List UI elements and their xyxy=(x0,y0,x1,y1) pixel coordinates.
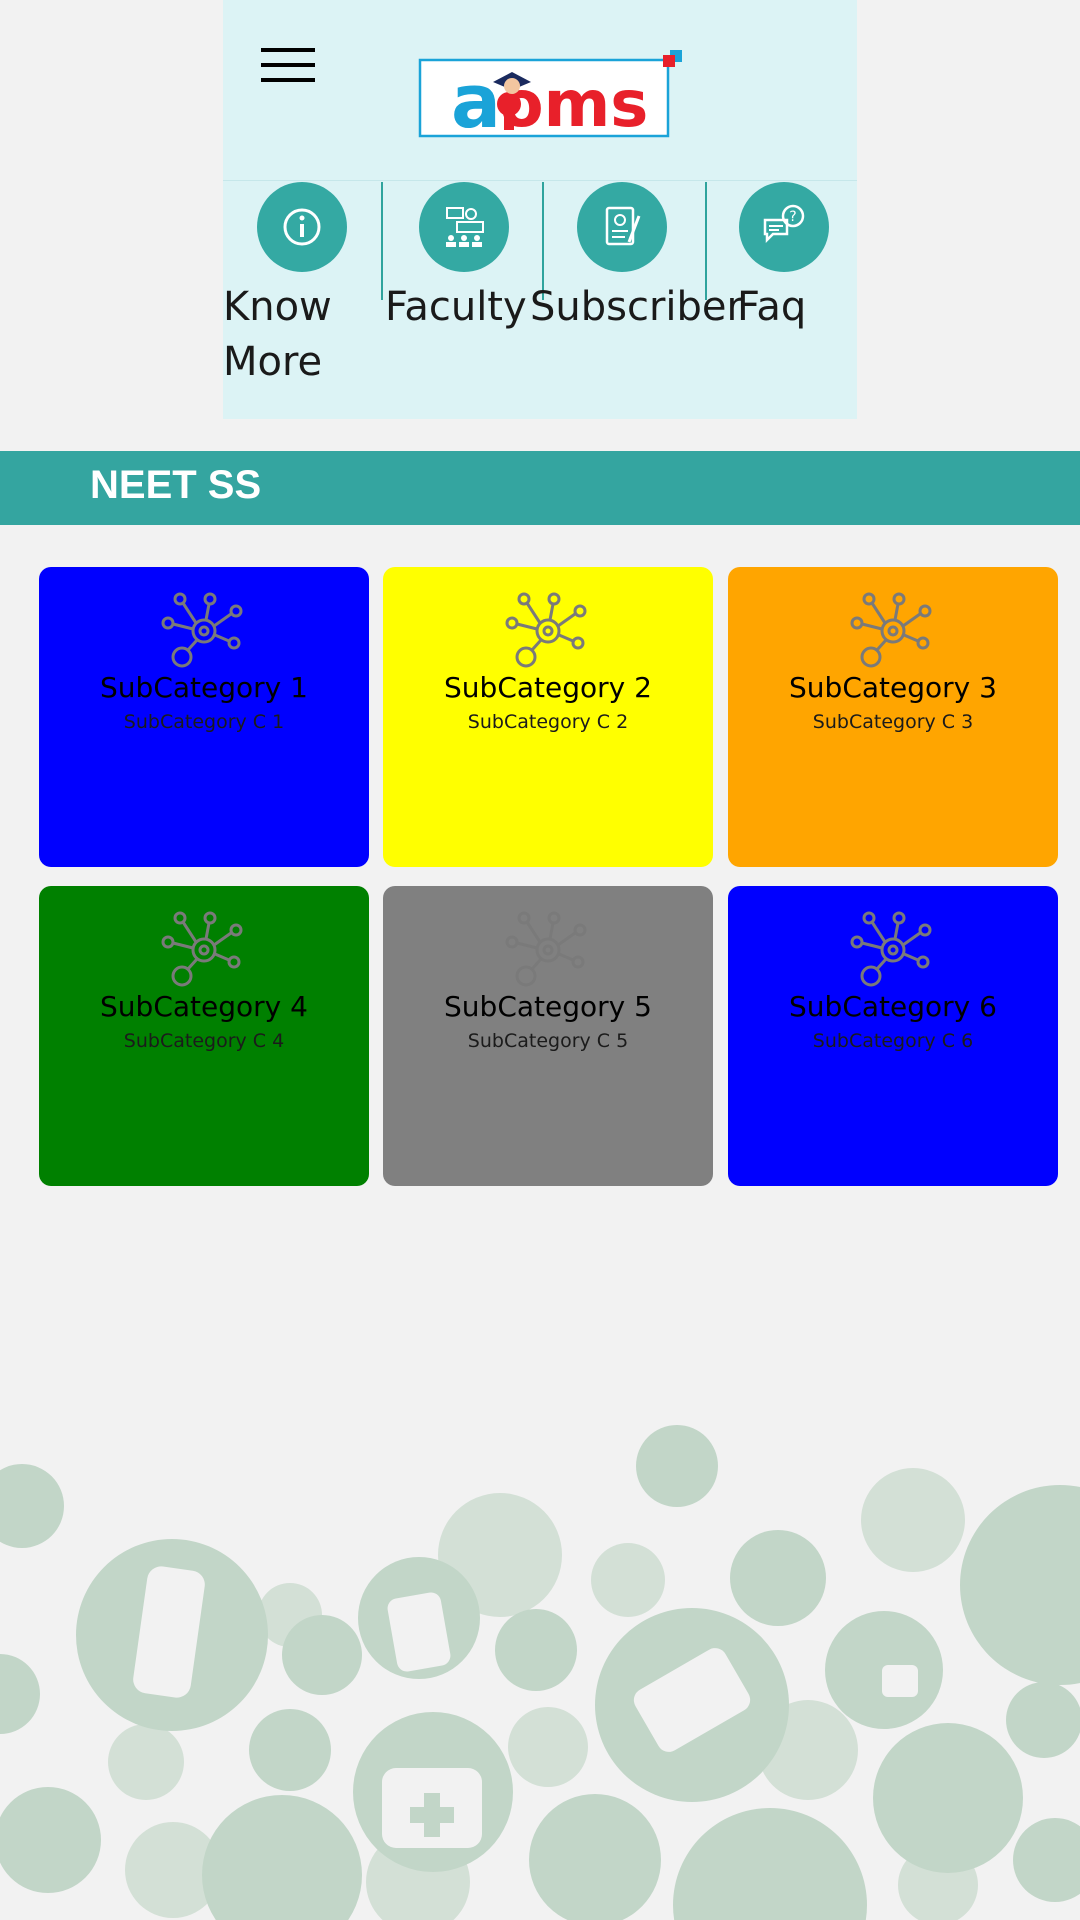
subcategory-title: SubCategory 1 xyxy=(100,671,308,704)
subcategory-subtitle: SubCategory C 5 xyxy=(467,1030,629,1052)
menu-icon[interactable] xyxy=(261,46,317,88)
network-icon xyxy=(505,911,587,987)
section-title: NEET SS xyxy=(90,463,262,507)
medical-background-illustration xyxy=(0,1425,1080,1920)
subcategory-subtitle: SubCategory C 3 xyxy=(812,711,974,733)
header-divider xyxy=(223,180,857,181)
nav-faq[interactable]: ? Faq xyxy=(709,182,871,382)
subcategory-subtitle: SubCategory C 6 xyxy=(812,1030,974,1052)
svg-text:?: ? xyxy=(789,209,796,225)
faq-icon[interactable]: ? xyxy=(739,182,829,272)
subcategory-title: SubCategory 2 xyxy=(444,671,652,704)
nav-label-faculty[interactable]: Faculty xyxy=(385,280,527,335)
network-icon xyxy=(850,592,932,668)
nav-know-more[interactable]: Know More xyxy=(223,182,385,385)
atoms-logo: a oms xyxy=(418,50,682,145)
network-icon xyxy=(505,592,587,668)
subcategory-tile[interactable]: SubCategory 6 SubCategory C 6 xyxy=(728,886,1058,1186)
network-icon xyxy=(161,911,243,987)
subcategory-tile[interactable]: SubCategory 2 SubCategory C 2 xyxy=(383,567,713,867)
nav-label-know-more[interactable]: Know More xyxy=(223,280,363,390)
subcategory-title: SubCategory 3 xyxy=(789,671,997,704)
subcategory-tile[interactable]: SubCategory 5 SubCategory C 5 xyxy=(383,886,713,1186)
faculty-icon[interactable] xyxy=(419,182,509,272)
section-header: NEET SS xyxy=(0,451,1080,525)
info-icon[interactable] xyxy=(257,182,347,272)
nav-separator xyxy=(381,182,383,300)
network-icon xyxy=(161,592,243,668)
subcategory-title: SubCategory 4 xyxy=(100,990,308,1023)
nav-label-faq[interactable]: Faq xyxy=(737,280,806,335)
subcategory-title: SubCategory 5 xyxy=(444,990,652,1023)
subcategory-title: SubCategory 6 xyxy=(789,990,997,1023)
subcategory-subtitle: SubCategory C 4 xyxy=(123,1030,285,1052)
subscriber-icon[interactable] xyxy=(577,182,667,272)
nav-separator xyxy=(705,182,707,300)
subcategory-tile[interactable]: SubCategory 3 SubCategory C 3 xyxy=(728,567,1058,867)
nav-faculty[interactable]: Faculty xyxy=(385,182,547,382)
subcategory-subtitle: SubCategory C 1 xyxy=(123,711,285,733)
subcategory-tile[interactable]: SubCategory 1 SubCategory C 1 xyxy=(39,567,369,867)
app-header: a oms Know More Faculty Subscriber ? Faq xyxy=(223,0,857,419)
nav-subscriber[interactable]: Subscriber xyxy=(528,182,743,382)
subcategory-subtitle: SubCategory C 2 xyxy=(467,711,629,733)
subcategory-tile[interactable]: SubCategory 4 SubCategory C 4 xyxy=(39,886,369,1186)
svg-text:a: a xyxy=(451,59,501,145)
network-icon xyxy=(850,911,932,987)
